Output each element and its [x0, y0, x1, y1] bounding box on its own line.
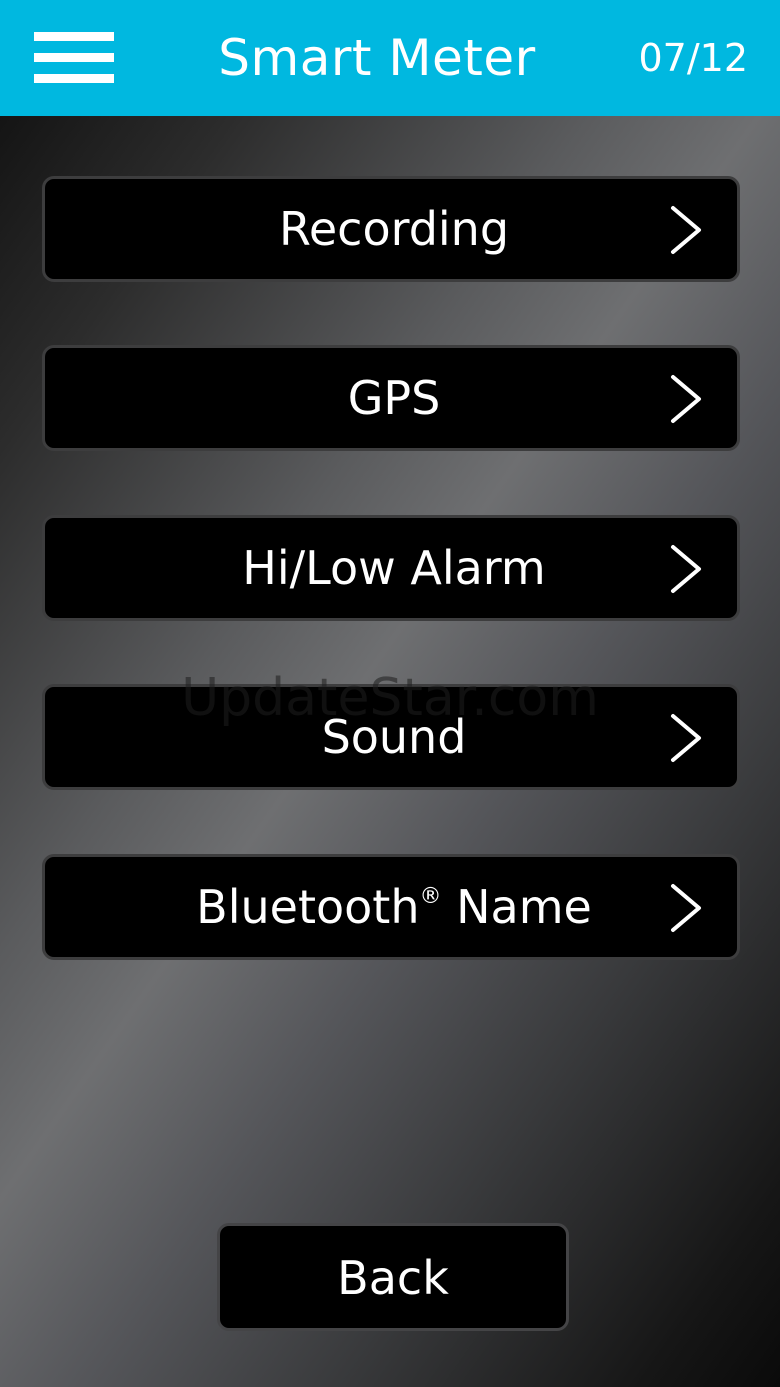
chevron-right-icon [671, 714, 701, 762]
bluetooth-name-button[interactable]: Bluetooth® Name [42, 854, 740, 960]
page-indicator: 07/12 [638, 36, 748, 80]
chevron-right-icon [671, 375, 701, 423]
hi-low-alarm-label: Hi/Low Alarm [242, 541, 546, 595]
sound-label: Sound [321, 710, 467, 764]
recording-label: Recording [278, 202, 510, 256]
registered-mark: ® [419, 884, 442, 909]
bluetooth-name-label: Bluetooth® Name [45, 879, 743, 935]
back-button[interactable]: Back [217, 1223, 569, 1331]
chevron-right-icon [671, 545, 701, 593]
gps-button[interactable]: GPS [42, 345, 740, 451]
chevron-right-icon [671, 884, 701, 932]
hi-low-alarm-button[interactable]: Hi/Low Alarm [42, 515, 740, 621]
back-label: Back [337, 1251, 449, 1305]
gps-label: GPS [347, 371, 441, 425]
bluetooth-label-tail: Name [441, 880, 592, 934]
sound-button[interactable]: Sound [42, 684, 740, 790]
bluetooth-label-text: Bluetooth [196, 880, 420, 934]
recording-button[interactable]: Recording [42, 176, 740, 282]
header-bar: Smart Meter 07/12 [0, 0, 780, 116]
chevron-right-icon [671, 206, 701, 254]
